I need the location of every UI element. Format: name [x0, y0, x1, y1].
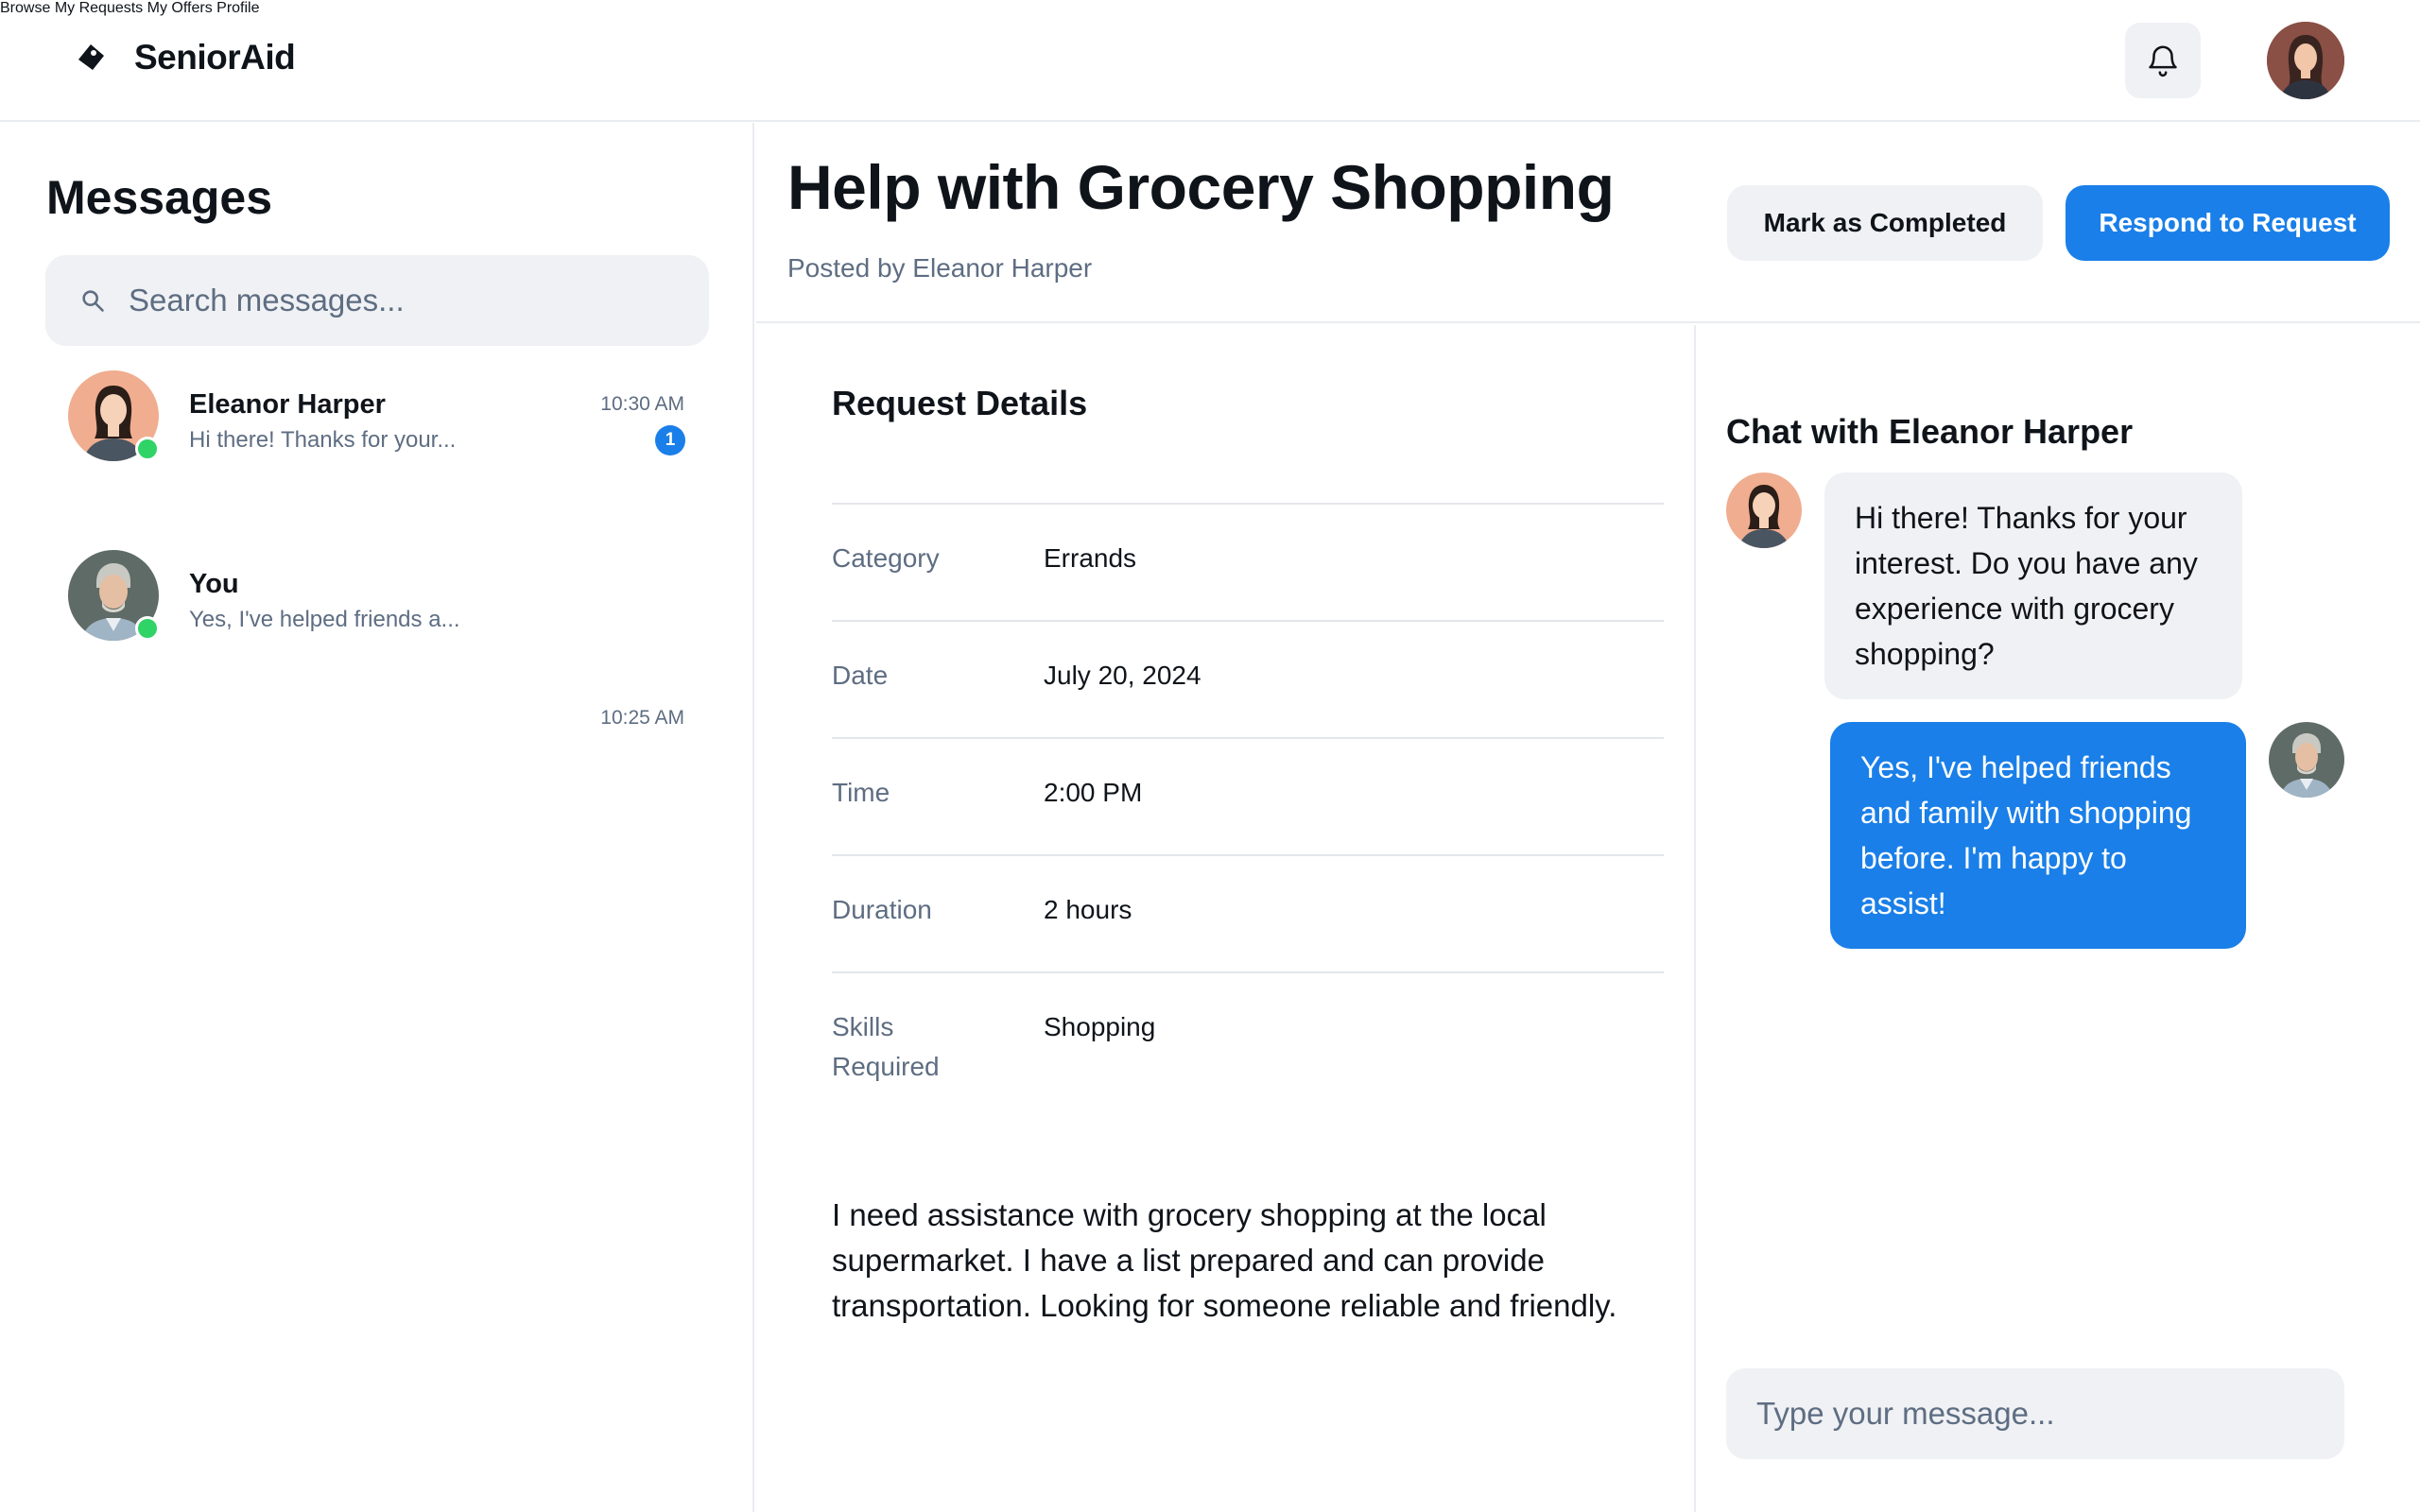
notifications-button[interactable]	[2125, 23, 2201, 98]
detail-value: Errands	[1044, 543, 1137, 573]
conversation-preview: Hi there! Thanks for your...	[189, 427, 457, 453]
messages-panel: Messages Eleanor Harper Hi there! Thanks…	[0, 123, 754, 1512]
detail-label: Duration	[832, 895, 932, 924]
detail-label: Date	[832, 661, 889, 690]
request-header: Help with Grocery Shopping Posted by Ele…	[756, 123, 2420, 323]
detail-value: 2 hours	[1044, 895, 1132, 924]
request-description: I need assistance with grocery shopping …	[832, 1197, 1617, 1323]
posted-by: Posted by Eleanor Harper	[787, 253, 1093, 283]
bell-icon	[2149, 45, 2177, 77]
conversation-time: 10:25 AM	[600, 707, 684, 729]
user-avatar[interactable]	[2267, 22, 2344, 99]
nav-profile[interactable]: Profile	[216, 0, 259, 16]
nav-my-requests[interactable]: My Requests	[55, 0, 143, 16]
detail-value: 2:00 PM	[1044, 778, 1143, 807]
request-details-panel: Request Details Category Errands Date Ju…	[756, 325, 1696, 1512]
conversation-preview: Yes, I've helped friends a...	[189, 607, 460, 632]
message-search-box[interactable]	[45, 255, 709, 346]
chat-title: Chat with Eleanor Harper	[1726, 412, 2134, 451]
avatar	[2269, 722, 2344, 798]
detail-label: Skills Required	[832, 1012, 940, 1081]
messages-title: Messages	[46, 171, 273, 224]
app-logo[interactable]: SeniorAid	[74, 38, 296, 77]
detail-row-category: Category Errands	[832, 503, 1664, 620]
detail-label: Category	[832, 543, 940, 573]
conversation-item[interactable]: You Yes, I've helped friends a... 10:25 …	[0, 550, 752, 729]
detail-value: Shopping	[1044, 1012, 1156, 1041]
detail-row-date: Date July 20, 2024	[832, 620, 1664, 737]
detail-row-duration: Duration 2 hours	[832, 854, 1664, 971]
conversation-name: You	[189, 569, 239, 599]
top-header: SeniorAid Browse My Requests My Offers P…	[0, 0, 2420, 122]
chat-message-incoming: Hi there! Thanks for your interest. Do y…	[1824, 472, 2242, 699]
conversation-item[interactable]: Eleanor Harper Hi there! Thanks for your…	[0, 370, 752, 512]
detail-row-skills: Skills Required Shopping	[832, 971, 1664, 1104]
conversation-name: Eleanor Harper	[189, 389, 386, 420]
nav-my-offers[interactable]: My Offers	[147, 0, 213, 16]
avatar	[1726, 472, 1802, 548]
search-icon	[82, 290, 104, 312]
mark-completed-button[interactable]: Mark as Completed	[1727, 185, 2043, 261]
chat-message-outgoing: Yes, I've helped friends and family with…	[1830, 722, 2246, 949]
unread-badge: 1	[655, 425, 685, 455]
conversation-time: 10:30 AM	[600, 393, 684, 415]
online-indicator	[135, 616, 160, 641]
chat-input-box[interactable]	[1726, 1368, 2344, 1459]
chat-panel: Chat with Eleanor Harper Hi there! Thank…	[1698, 325, 2420, 1512]
request-title: Help with Grocery Shopping	[787, 152, 1615, 222]
respond-to-request-button[interactable]: Respond to Request	[2066, 185, 2390, 261]
details-title: Request Details	[832, 384, 1088, 422]
nav-browse[interactable]: Browse	[0, 0, 50, 16]
detail-value: July 20, 2024	[1044, 661, 1201, 690]
detail-label: Time	[832, 778, 890, 807]
online-indicator	[135, 437, 160, 461]
diamond-tag-icon	[74, 41, 108, 75]
app-name: SeniorAid	[134, 38, 296, 77]
chat-message-input[interactable]	[1756, 1368, 2324, 1459]
search-input[interactable]	[129, 255, 686, 346]
detail-row-time: Time 2:00 PM	[832, 737, 1664, 854]
